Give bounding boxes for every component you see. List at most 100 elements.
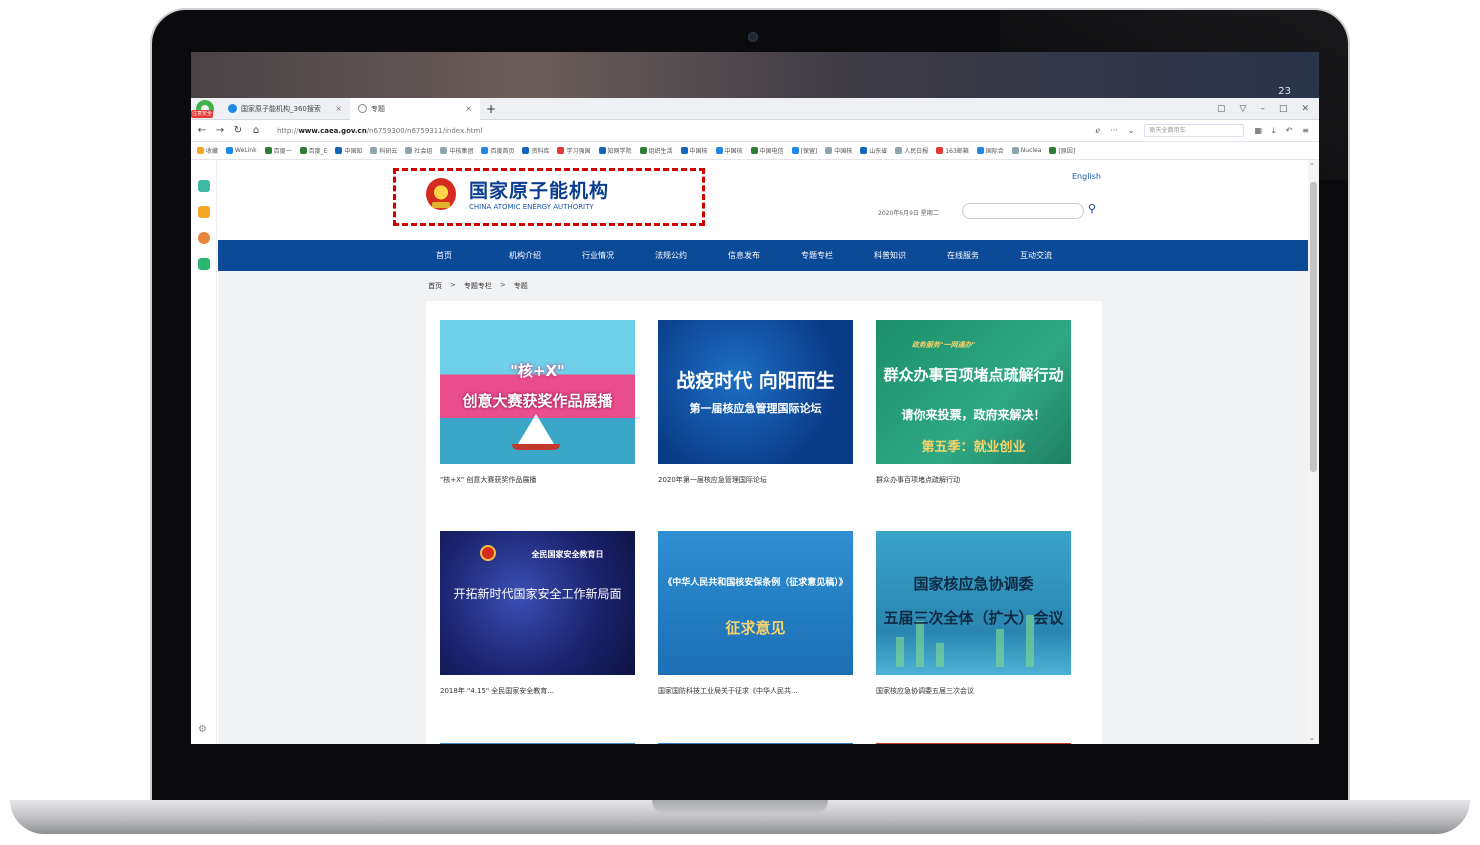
topic-caption[interactable]: 2018年 "4.15" 全民国家安全教育... [440,686,635,696]
next-card-peek[interactable] [440,743,635,744]
bookmark-item[interactable]: [原因] [1049,146,1075,155]
topic-card[interactable]: 《中华人民共和国核安保条例（征求意见稿）》 征求意见 国家国防科技工业局关于征求… [658,531,853,696]
restore-icon[interactable]: ▢ [1217,104,1226,114]
bookmark-icon [226,147,234,154]
nav-item-news[interactable]: 信息发布 [728,240,801,271]
next-card-peek[interactable] [658,743,853,744]
site-search-input[interactable] [962,203,1084,219]
sidebar-app-icon[interactable] [198,180,210,192]
topic-thumbnail[interactable]: 政务服务"一网通办" 群众办事百项堵点疏解行动 请你来投票，政府来解决！ 第五季… [876,320,1071,464]
nav-item-services[interactable]: 在线服务 [947,240,1020,271]
topic-thumbnail[interactable]: 全民国家安全教育日 开拓新时代国家安全工作新局面 [440,531,635,675]
bookmark-item[interactable]: 中国知 [335,146,362,155]
notes-icon[interactable] [198,258,210,270]
bookmark-icon [1049,147,1057,154]
scroll-up-icon[interactable]: ⌃ [1309,162,1315,170]
bookmark-item[interactable]: 资料库 [522,146,549,155]
topic-card[interactable]: 全民国家安全教育日 开拓新时代国家安全工作新局面 2018年 "4.15" 全民… [440,531,635,696]
topic-card[interactable]: "核+X" 创意大赛获奖作品展播 "核+X" 创意大赛获奖作品展播 [440,320,635,485]
topic-thumbnail[interactable]: 《中华人民共和国核安保条例（征求意见稿）》 征求意见 [658,531,853,675]
topic-caption[interactable]: "核+X" 创意大赛获奖作品展播 [440,475,635,485]
nav-item-industry[interactable]: 行业情况 [582,240,655,271]
new-tab-icon[interactable]: + [486,102,496,116]
bookmark-item[interactable]: 社会组 [405,146,432,155]
bookmark-item[interactable]: Nuclea [1011,147,1041,154]
english-link[interactable]: English [1072,172,1101,181]
bookmark-item[interactable]: 中国核 [715,146,743,155]
tab-close-icon[interactable]: × [465,104,472,113]
site-title[interactable]: 国家原子能机构 [469,176,609,203]
bookmark-label: 收藏 [206,148,219,155]
nav-item-about[interactable]: 机构介绍 [509,240,582,271]
bookmark-icon [264,147,272,154]
next-card-peek[interactable] [876,743,1071,744]
topic-card[interactable]: 国家核应急协调委 五届三次全体（扩大）会议 国家核应急协调委五届三次会议 [876,531,1071,696]
topic-caption[interactable]: 国家核应急协调委五届三次会议 [876,686,1071,696]
topic-thumbnail[interactable]: "核+X" 创意大赛获奖作品展播 [440,320,635,464]
bookmark-item[interactable]: 知网学院 [598,146,632,155]
ie-mode-icon[interactable]: ℯ [1095,126,1100,135]
bookmark-item[interactable]: 百度_E [299,146,327,155]
breadcrumb-topics[interactable]: 专题专栏 [464,281,492,291]
topic-thumbnail[interactable]: 国家核应急协调委 五届三次全体（扩大）会议 [876,531,1071,675]
scroll-down-icon[interactable]: ⌄ [1309,734,1315,742]
bookmark-item[interactable]: 百度一 [264,146,292,155]
menu-icon[interactable]: ≡ [1302,126,1309,135]
back-icon[interactable]: ← [195,125,209,136]
topic-caption[interactable]: 国家国防科技工业局关于征求《中华人民共... [658,686,853,696]
nav-item-regulations[interactable]: 法规公约 [655,240,728,271]
bookmark-item[interactable]: 山东省 [860,146,887,155]
tab-search[interactable]: 国家原子能机构_360搜索 × [220,98,350,120]
bookmark-item[interactable]: 收藏 [197,146,218,155]
scrollbar-thumb[interactable] [1310,182,1317,472]
bookmark-item[interactable]: 人民日报 [895,146,928,155]
bookmark-item[interactable]: 中国核 [680,146,708,155]
refresh-icon[interactable]: ↻ [231,125,245,136]
minimize-icon[interactable]: – [1260,104,1265,114]
topic-caption[interactable]: 群众办事百项堵点疏解行动 [876,475,1071,485]
topic-card[interactable]: 政务服务"一网通办" 群众办事百项堵点疏解行动 请你来投票，政府来解决！ 第五季… [876,320,1071,485]
tab-topics[interactable]: 专题 × [350,97,480,120]
topic-caption[interactable]: 2020年第一届核应急管理国际论坛 [658,475,853,485]
tab-favicon-icon [358,104,367,113]
bookmark-icon [825,147,833,154]
topic-thumbnail[interactable]: 战疫时代 向阳而生 第一届核应急管理国际论坛 [658,320,853,464]
bookmark-item[interactable]: 国际合 [976,146,1004,155]
bookmark-label: 中国电信 [759,148,784,155]
undo-icon[interactable]: ↶ [1286,126,1293,135]
breadcrumb-home[interactable]: 首页 [428,281,442,291]
bookmark-item[interactable]: WeLink [226,147,257,154]
nav-item-topics[interactable]: 专题专栏 [801,240,874,271]
chevron-down-icon[interactable]: ⌄ [1128,126,1135,135]
bookmark-item[interactable]: [保留] [791,146,817,155]
search-icon[interactable]: ⚲ [1088,202,1096,215]
bookmark-item[interactable]: 百度首页 [481,146,514,155]
settings-gear-icon[interactable]: ⚙ [198,724,207,735]
nav-item-home[interactable]: 首页 [436,240,509,271]
tab-close-icon[interactable]: × [335,104,342,113]
shield-icon[interactable]: ▽ [1240,104,1247,114]
favorites-icon[interactable] [198,206,210,218]
close-icon[interactable]: ✕ [1301,104,1309,114]
weibo-icon[interactable] [198,232,210,244]
more-icon[interactable]: ··· [1110,126,1118,135]
bookmark-item[interactable]: 科研云 [370,146,397,155]
bookmark-item[interactable]: 学习强国 [557,146,591,155]
home-icon[interactable]: ⌂ [249,125,263,136]
bookmark-item[interactable]: 中国电信 [750,146,784,155]
forward-icon[interactable]: → [213,125,227,136]
bookmark-item[interactable]: 组织生活 [639,146,673,155]
maximize-icon[interactable]: □ [1279,104,1288,114]
bookmark-label: 学习强国 [566,148,591,155]
bookmark-item[interactable]: 中国核 [825,146,852,155]
address-bar[interactable]: http://www.caea.gov.cn/n6759300/n6759311… [277,127,482,135]
bookmark-item[interactable]: 中核集团 [440,146,473,155]
topic-card[interactable]: 战疫时代 向阳而生 第一届核应急管理国际论坛 2020年第一届核应急管理国际论坛 [658,320,853,485]
nav-item-science[interactable]: 科普知识 [874,240,947,271]
page-scrollbar[interactable]: ⌃ ⌄ [1308,160,1319,744]
bookmark-item[interactable]: 163邮箱 [936,146,969,155]
browser-search-input[interactable]: 刚天全面用车 [1144,124,1245,137]
download-icon[interactable]: ⤓ [1272,126,1276,136]
apps-grid-icon[interactable]: ▦ [1254,126,1262,135]
nav-item-interaction[interactable]: 互动交流 [1020,240,1093,271]
